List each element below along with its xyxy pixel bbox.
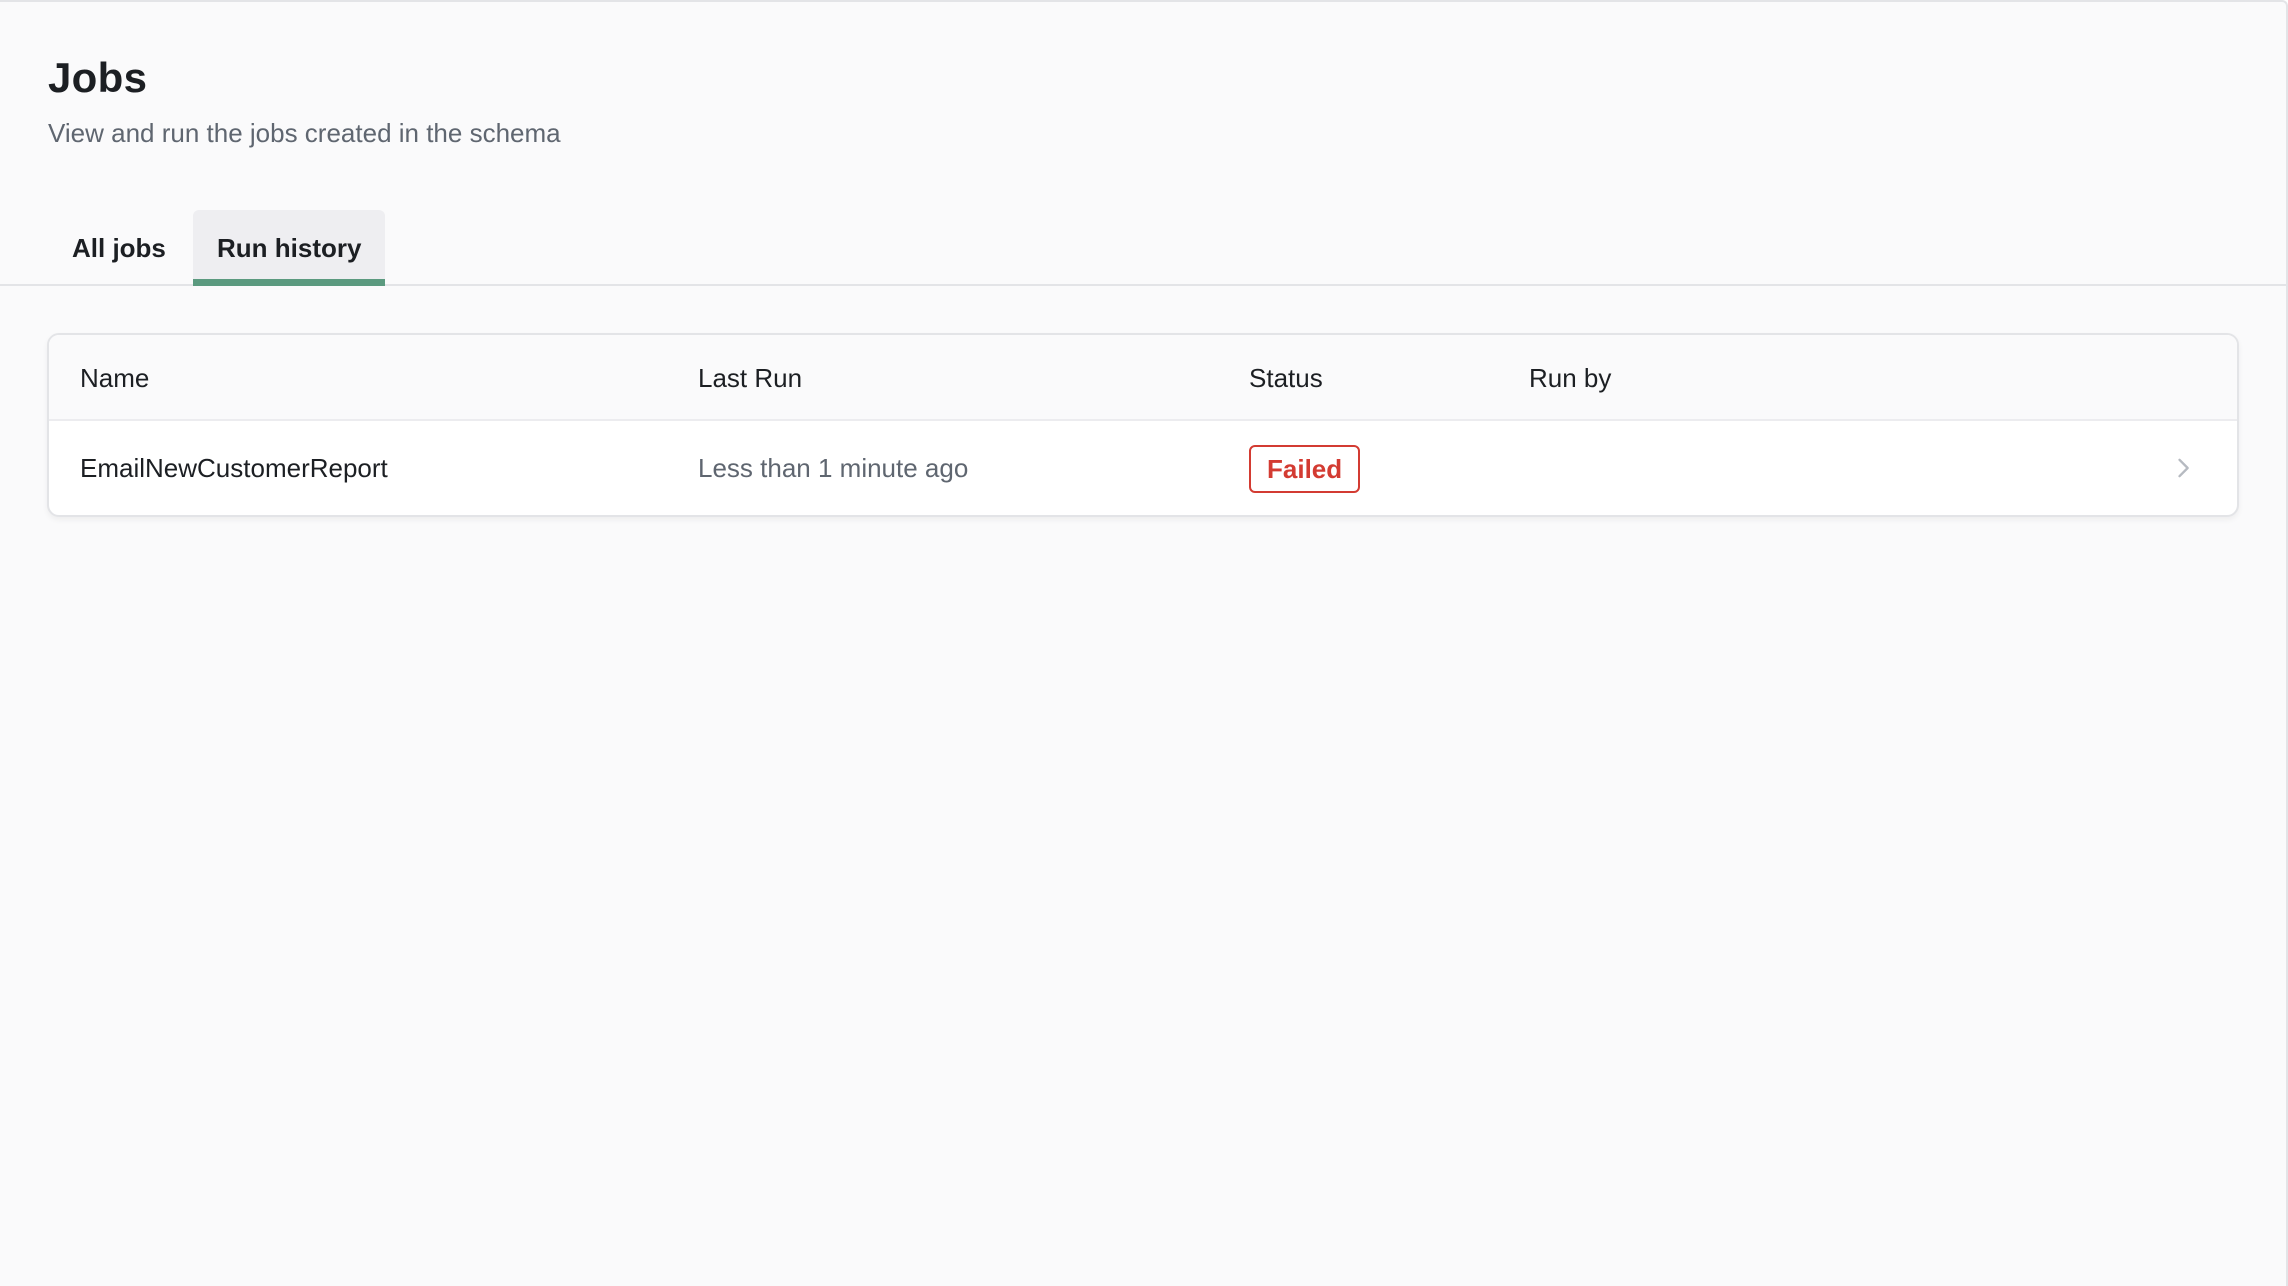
page-header: Jobs View and run the jobs created in th… [48,50,561,150]
job-name: EmailNewCustomerReport [80,453,388,483]
run-history-table: Name Last Run Status Run by EmailNewCust… [47,333,2239,517]
jobs-page: Jobs View and run the jobs created in th… [0,0,2288,1286]
status-badge: Failed [1249,445,1361,493]
table-header: Name Last Run Status Run by [49,335,2237,421]
tab-all-jobs[interactable]: All jobs [48,210,190,284]
table-row[interactable]: EmailNewCustomerReport Less than 1 minut… [49,421,2237,515]
column-header-name: Name [80,363,150,393]
last-run-time: Less than 1 minute ago [698,453,969,483]
column-header-last-run: Last Run [698,363,803,393]
column-header-run-by: Run by [1529,363,1612,393]
page-title: Jobs [48,54,148,101]
tab-run-history[interactable]: Run history [193,210,386,286]
tab-bar: All jobs Run history [0,210,2286,286]
chevron-right-icon[interactable] [2169,454,2197,482]
page-subtitle: View and run the jobs created in the sch… [48,118,561,148]
column-header-status: Status [1249,363,1323,393]
